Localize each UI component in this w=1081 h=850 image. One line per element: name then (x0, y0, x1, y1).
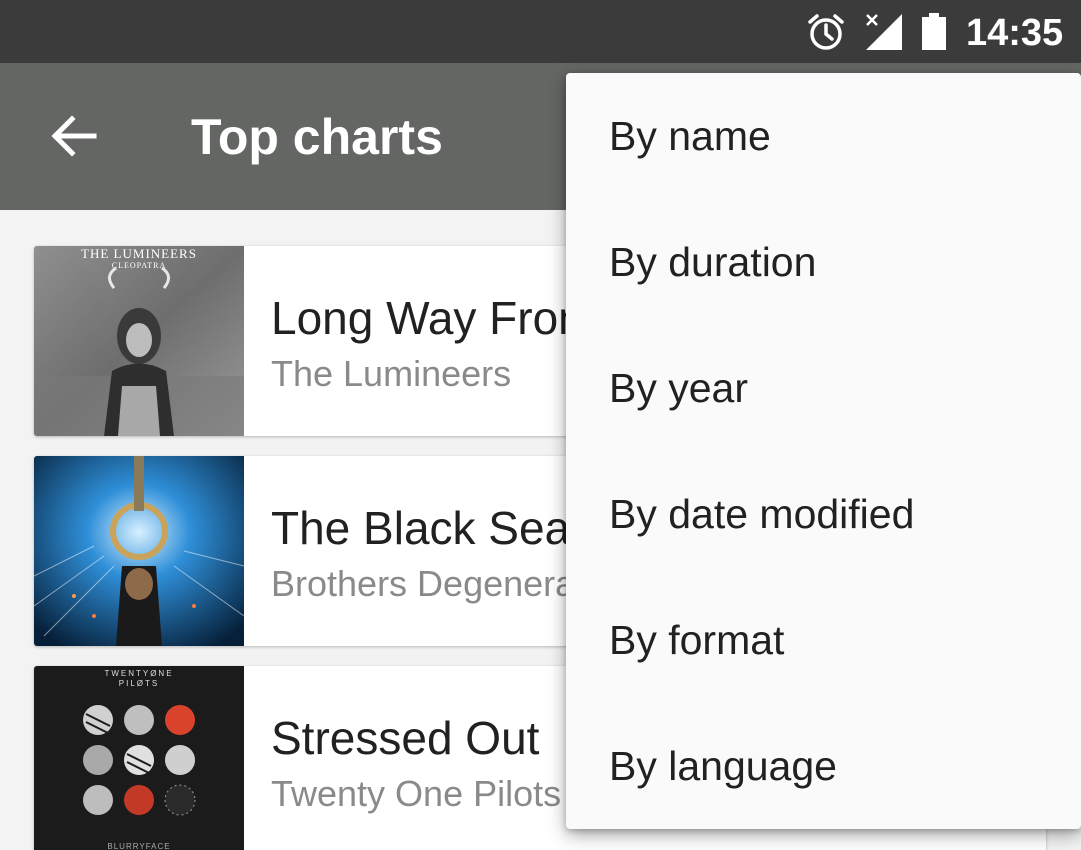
battery-icon (920, 12, 948, 57)
song-artist: The Lumineers (271, 353, 512, 394)
status-bar: 14:35 (0, 0, 1081, 63)
album-art: TWENTYØNE PILØTS BLURRYFACE (34, 666, 244, 850)
menu-item-label: By duration (609, 239, 817, 285)
menu-item-by-name[interactable]: By name (566, 73, 1081, 199)
album-art-text: THE LUMINEERS (81, 246, 197, 261)
album-art-text: TWENTYØNE PILØTS (104, 669, 174, 688)
menu-item-label: By language (609, 743, 837, 789)
menu-item-label: By year (609, 365, 748, 411)
album-art (34, 456, 244, 646)
screen: 14:35 Top charts THE LUMINEERS CLEOPATRA… (0, 0, 1081, 850)
album-art-subtext: CLEOPATRA (111, 261, 167, 270)
song-title: The Black Sea (271, 502, 571, 554)
status-time: 14:35 (966, 12, 1064, 54)
arrow-back-icon (46, 115, 104, 169)
menu-item-by-year[interactable]: By year (566, 325, 1081, 451)
page-title: Top charts (191, 109, 443, 165)
menu-item-by-date-modified[interactable]: By date modified (566, 451, 1081, 577)
sort-menu: By name By duration By year By date modi… (566, 73, 1081, 829)
signal-icon (862, 12, 904, 57)
album-art-subtext: BLURRYFACE (107, 842, 171, 850)
alarm-icon (806, 12, 846, 57)
menu-item-label: By format (609, 617, 785, 663)
back-button[interactable] (46, 107, 104, 165)
menu-item-by-format[interactable]: By format (566, 577, 1081, 703)
menu-item-by-language[interactable]: By language (566, 703, 1081, 829)
menu-item-by-duration[interactable]: By duration (566, 199, 1081, 325)
song-artist: Twenty One Pilots (271, 773, 562, 814)
album-art: THE LUMINEERS CLEOPATRA (34, 246, 244, 436)
menu-item-label: By date modified (609, 491, 915, 537)
song-title: Stressed Out (271, 712, 540, 764)
menu-item-label: By name (609, 113, 771, 159)
